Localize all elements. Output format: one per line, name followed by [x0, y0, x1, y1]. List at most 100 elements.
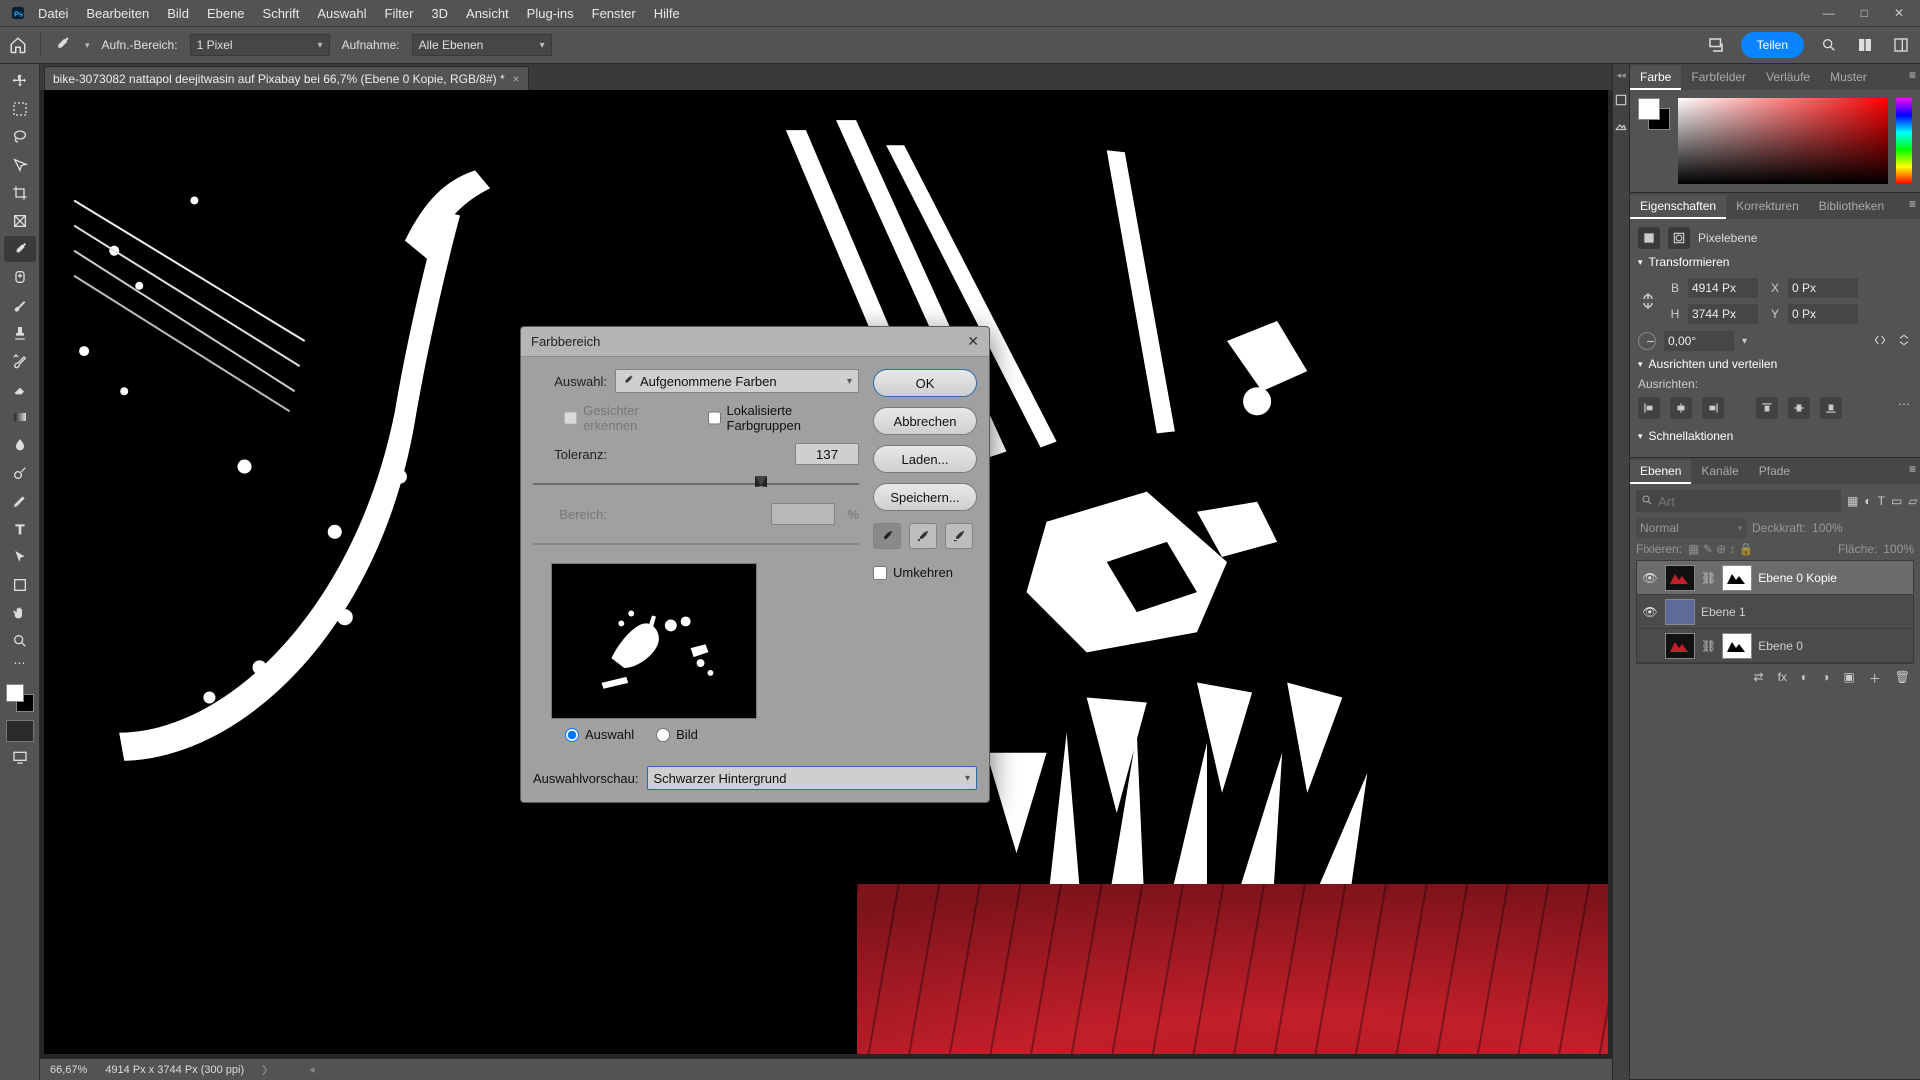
lf-group-icon[interactable]: ▣ [1843, 670, 1854, 687]
tool-more-icon[interactable]: ⋯ [4, 656, 36, 670]
canvas-viewport[interactable]: Farbbereich ✕ Auswahl: Aufgenommene Farb… [40, 90, 1612, 1058]
tool-history-brush[interactable] [4, 348, 36, 374]
radio-auswahl[interactable]: Auswahl [565, 727, 634, 742]
tool-hand[interactable] [4, 600, 36, 626]
tab-eigenschaften[interactable]: Eigenschaften [1630, 195, 1726, 219]
tool-dodge[interactable] [4, 460, 36, 486]
quick-actions-section[interactable]: ▾Schnellaktionen [1638, 429, 1912, 443]
tool-marquee[interactable] [4, 96, 36, 122]
tool-move[interactable] [4, 68, 36, 94]
lf-new-icon[interactable]: ＋ [1869, 670, 1881, 687]
layer-thumbnail[interactable] [1665, 599, 1695, 625]
document-tab-close-icon[interactable]: × [513, 72, 520, 86]
status-zoom[interactable]: 66,67% [50, 1064, 87, 1076]
menu-bearbeiten[interactable]: Bearbeiten [78, 6, 157, 21]
strip-icon-1[interactable] [1614, 93, 1628, 107]
menu-ansicht[interactable]: Ansicht [458, 6, 517, 21]
save-button[interactable]: Speichern... [873, 483, 977, 511]
h-input[interactable] [1688, 304, 1758, 324]
align-hcenter-icon[interactable] [1670, 397, 1692, 419]
hue-strip[interactable] [1896, 98, 1912, 184]
tab-korrekturen[interactable]: Korrekturen [1726, 195, 1809, 219]
tab-ebenen[interactable]: Ebenen [1630, 460, 1691, 484]
flip-horizontal-icon[interactable] [1872, 333, 1888, 350]
menu-plugins[interactable]: Plug-ins [519, 6, 582, 21]
dialog-close-icon[interactable]: ✕ [967, 333, 979, 350]
fg-color-swatch[interactable] [6, 684, 24, 702]
filter-pixels-icon[interactable]: ▦ [1847, 494, 1858, 509]
align-vcenter-icon[interactable] [1788, 397, 1810, 419]
menu-schrift[interactable]: Schrift [255, 6, 308, 21]
menu-datei[interactable]: Datei [30, 6, 76, 21]
workspace-icon[interactable] [1854, 34, 1876, 56]
lf-fx-icon[interactable]: fx [1778, 670, 1787, 687]
layer-thumbnail[interactable] [1665, 633, 1695, 659]
layer-mask-thumbnail[interactable] [1722, 565, 1752, 591]
tool-gradient[interactable] [4, 404, 36, 430]
invert-checkbox[interactable] [873, 566, 887, 580]
radio-bild-input[interactable] [656, 728, 670, 742]
tool-heal[interactable] [4, 264, 36, 290]
angle-chevron-icon[interactable]: ▾ [1742, 336, 1747, 347]
tool-blur[interactable] [4, 432, 36, 458]
tool-zoom[interactable] [4, 628, 36, 654]
quickmask-icon[interactable] [6, 720, 34, 742]
lf-trash-icon[interactable]: 🗑 [1895, 670, 1910, 687]
y-input[interactable] [1788, 304, 1858, 324]
w-input[interactable] [1688, 278, 1758, 298]
tool-type[interactable] [4, 516, 36, 542]
tool-pen[interactable] [4, 488, 36, 514]
layer-name-label[interactable]: Ebene 0 [1758, 639, 1909, 653]
layer-row[interactable]: ⛓ Ebene 0 [1637, 629, 1913, 663]
menu-hilfe[interactable]: Hilfe [646, 6, 688, 21]
layer-link-icon[interactable]: ⛓ [1701, 639, 1716, 653]
home-icon[interactable] [8, 35, 28, 55]
tool-shape[interactable] [4, 572, 36, 598]
tool-eyedropper[interactable] [4, 236, 36, 262]
layer-name-label[interactable]: Ebene 0 Kopie [1758, 571, 1909, 585]
layer-row[interactable]: 👁⛓Ebene 0 Kopie [1637, 561, 1913, 595]
cloud-docs-icon[interactable] [1705, 34, 1727, 56]
radio-bild[interactable]: Bild [656, 727, 698, 742]
sample-size-combo[interactable]: 1 Pixel [190, 34, 330, 56]
align-section[interactable]: ▾Ausrichten und verteilen [1638, 357, 1912, 371]
tab-verlaeufe[interactable]: Verläufe [1756, 66, 1820, 90]
menu-fenster[interactable]: Fenster [584, 6, 644, 21]
lf-mask-icon[interactable]: ◐ [1801, 670, 1808, 687]
toleranz-slider[interactable] [533, 475, 859, 493]
tool-quick-select[interactable] [4, 152, 36, 178]
status-chevron-icon[interactable]: 〉 [262, 1062, 273, 1078]
ok-button[interactable]: OK [873, 369, 977, 397]
dialog-titlebar[interactable]: Farbbereich ✕ [521, 327, 989, 357]
menu-filter[interactable]: Filter [377, 6, 422, 21]
eyedropper-add-icon[interactable] [909, 523, 937, 549]
layer-thumbnail[interactable] [1665, 565, 1695, 591]
lf-adjust-icon[interactable]: ◑ [1822, 670, 1829, 687]
tool-brush[interactable] [4, 292, 36, 318]
tool-chevron-icon[interactable]: ▾ [85, 40, 90, 51]
lf-link-icon[interactable]: ⇄ [1754, 670, 1764, 687]
link-wh-icon[interactable] [1638, 289, 1658, 313]
fg-bg-swatches[interactable] [4, 682, 36, 714]
window-close-icon[interactable]: ✕ [1894, 6, 1904, 20]
fill-value[interactable]: 100% [1883, 542, 1914, 556]
flip-vertical-icon[interactable] [1896, 333, 1912, 350]
eyedropper-sample-icon[interactable] [873, 523, 901, 549]
align-more-icon[interactable]: ⋯ [1898, 397, 1912, 419]
filter-smart-icon[interactable]: ▱ [1908, 494, 1917, 509]
share-button[interactable]: Teilen [1741, 32, 1804, 58]
tool-path-select[interactable] [4, 544, 36, 570]
angle-input[interactable] [1664, 331, 1734, 351]
layer-visibility-icon[interactable]: 👁 [1641, 571, 1659, 585]
tab-muster[interactable]: Muster [1820, 66, 1877, 90]
lock-icons[interactable]: ▦ ✎ ⊕ ↕ 🔒 [1688, 542, 1754, 556]
tool-eraser[interactable] [4, 376, 36, 402]
tool-stamp[interactable] [4, 320, 36, 346]
vorschau-combo[interactable]: Schwarzer Hintergrund [647, 766, 978, 790]
tab-bibliotheken[interactable]: Bibliotheken [1809, 195, 1894, 219]
tab-pfade[interactable]: Pfade [1749, 460, 1800, 484]
hscroll-left-icon[interactable]: ◂ [309, 1063, 315, 1076]
window-maximize-icon[interactable]: □ [1861, 6, 1868, 20]
color-panel-menu-icon[interactable]: ≡ [1909, 68, 1916, 82]
transform-section[interactable]: ▾Transformieren [1638, 255, 1912, 269]
